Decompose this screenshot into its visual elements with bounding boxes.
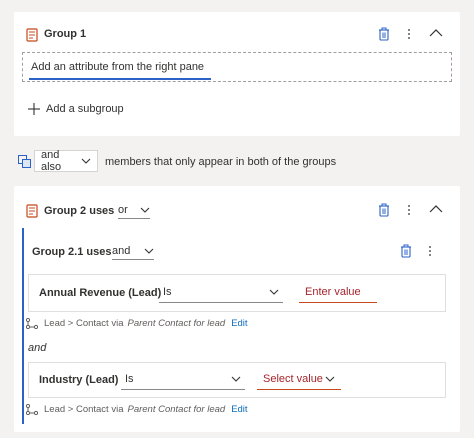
condition-row: Industry (Lead) Is Select value — [28, 362, 446, 398]
combinator-dropdown[interactable]: and also — [34, 149, 98, 173]
attribute-input-placeholder: Add an attribute from the right pane — [31, 61, 205, 73]
delete-icon[interactable] — [378, 203, 390, 217]
condition-value-dropdown[interactable]: Select value — [257, 368, 341, 390]
group-1-title: Group 1 — [44, 28, 87, 40]
combinator-value: and also — [41, 149, 62, 173]
combine-icon — [18, 155, 31, 168]
edit-link[interactable]: Edit — [231, 404, 247, 415]
group-2-title: Group 2 uses — [44, 205, 115, 217]
relationship-path-icon — [26, 404, 38, 415]
group-2-operator-dropdown[interactable]: or — [118, 201, 150, 219]
chevron-down-icon — [231, 374, 241, 384]
relationship-name: Parent Contact for lead — [127, 318, 226, 329]
chevron-down-icon — [140, 205, 150, 215]
condition-operator-dropdown[interactable]: Is — [159, 281, 283, 303]
condition-operator-dropdown[interactable]: Is — [121, 368, 245, 390]
attribute-input-focus-underline — [29, 78, 211, 80]
chevron-down-icon — [81, 156, 91, 166]
chevron-down-icon — [269, 287, 279, 297]
more-icon[interactable] — [428, 245, 432, 257]
group-icon — [26, 204, 38, 218]
add-subgroup-label: Add a subgroup — [46, 103, 124, 115]
delete-icon[interactable] — [378, 27, 390, 41]
group-2-card: Group 2 uses or Group 2.1 uses and Annua… — [14, 186, 460, 432]
subgroup-operator-value: and — [112, 244, 131, 257]
group-2-operator-value: or — [118, 203, 128, 216]
subgroup-title: Group 2.1 uses — [32, 246, 112, 258]
subgroup-operator-dropdown[interactable]: and — [112, 242, 154, 260]
condition-operator-value: Is — [163, 285, 172, 298]
plus-icon — [28, 103, 40, 115]
attribute-input[interactable]: Add an attribute from the right pane — [22, 52, 452, 82]
condition-joiner: and — [28, 342, 47, 354]
relationship-path-text: Lead > Contact via — [44, 404, 124, 415]
condition-attribute: Industry (Lead) — [39, 374, 119, 386]
condition-value-placeholder: Enter value — [305, 285, 361, 298]
group-icon — [26, 28, 38, 42]
condition-value-input[interactable]: Enter value — [299, 281, 377, 303]
more-icon[interactable] — [407, 204, 411, 216]
condition-attribute: Annual Revenue (Lead) — [39, 287, 162, 299]
condition-value-placeholder: Select value — [263, 372, 323, 385]
group-1-card: Group 1 Add an attribute from the right … — [14, 12, 460, 136]
condition-row: Annual Revenue (Lead) Is Enter value — [28, 274, 446, 312]
combinator-description: members that only appear in both of the … — [105, 156, 337, 168]
edit-link[interactable]: Edit — [231, 318, 247, 329]
add-subgroup-button[interactable]: Add a subgroup — [28, 100, 124, 118]
relationship-path-text: Lead > Contact via — [44, 318, 124, 329]
chevron-up-icon[interactable] — [429, 205, 443, 213]
chevron-down-icon — [325, 374, 335, 384]
delete-icon[interactable] — [400, 244, 412, 258]
subgroup-2-1: Group 2.1 uses and Annual Revenue (Lead)… — [22, 228, 452, 424]
chevron-up-icon[interactable] — [429, 29, 443, 37]
relationship-path: Lead > Contact via Parent Contact for le… — [26, 404, 248, 415]
relationship-path-icon — [26, 318, 38, 329]
condition-operator-value: Is — [125, 372, 134, 385]
more-icon[interactable] — [407, 28, 411, 40]
chevron-down-icon — [144, 246, 154, 256]
relationship-path: Lead > Contact via Parent Contact for le… — [26, 318, 248, 329]
relationship-name: Parent Contact for lead — [127, 404, 226, 415]
